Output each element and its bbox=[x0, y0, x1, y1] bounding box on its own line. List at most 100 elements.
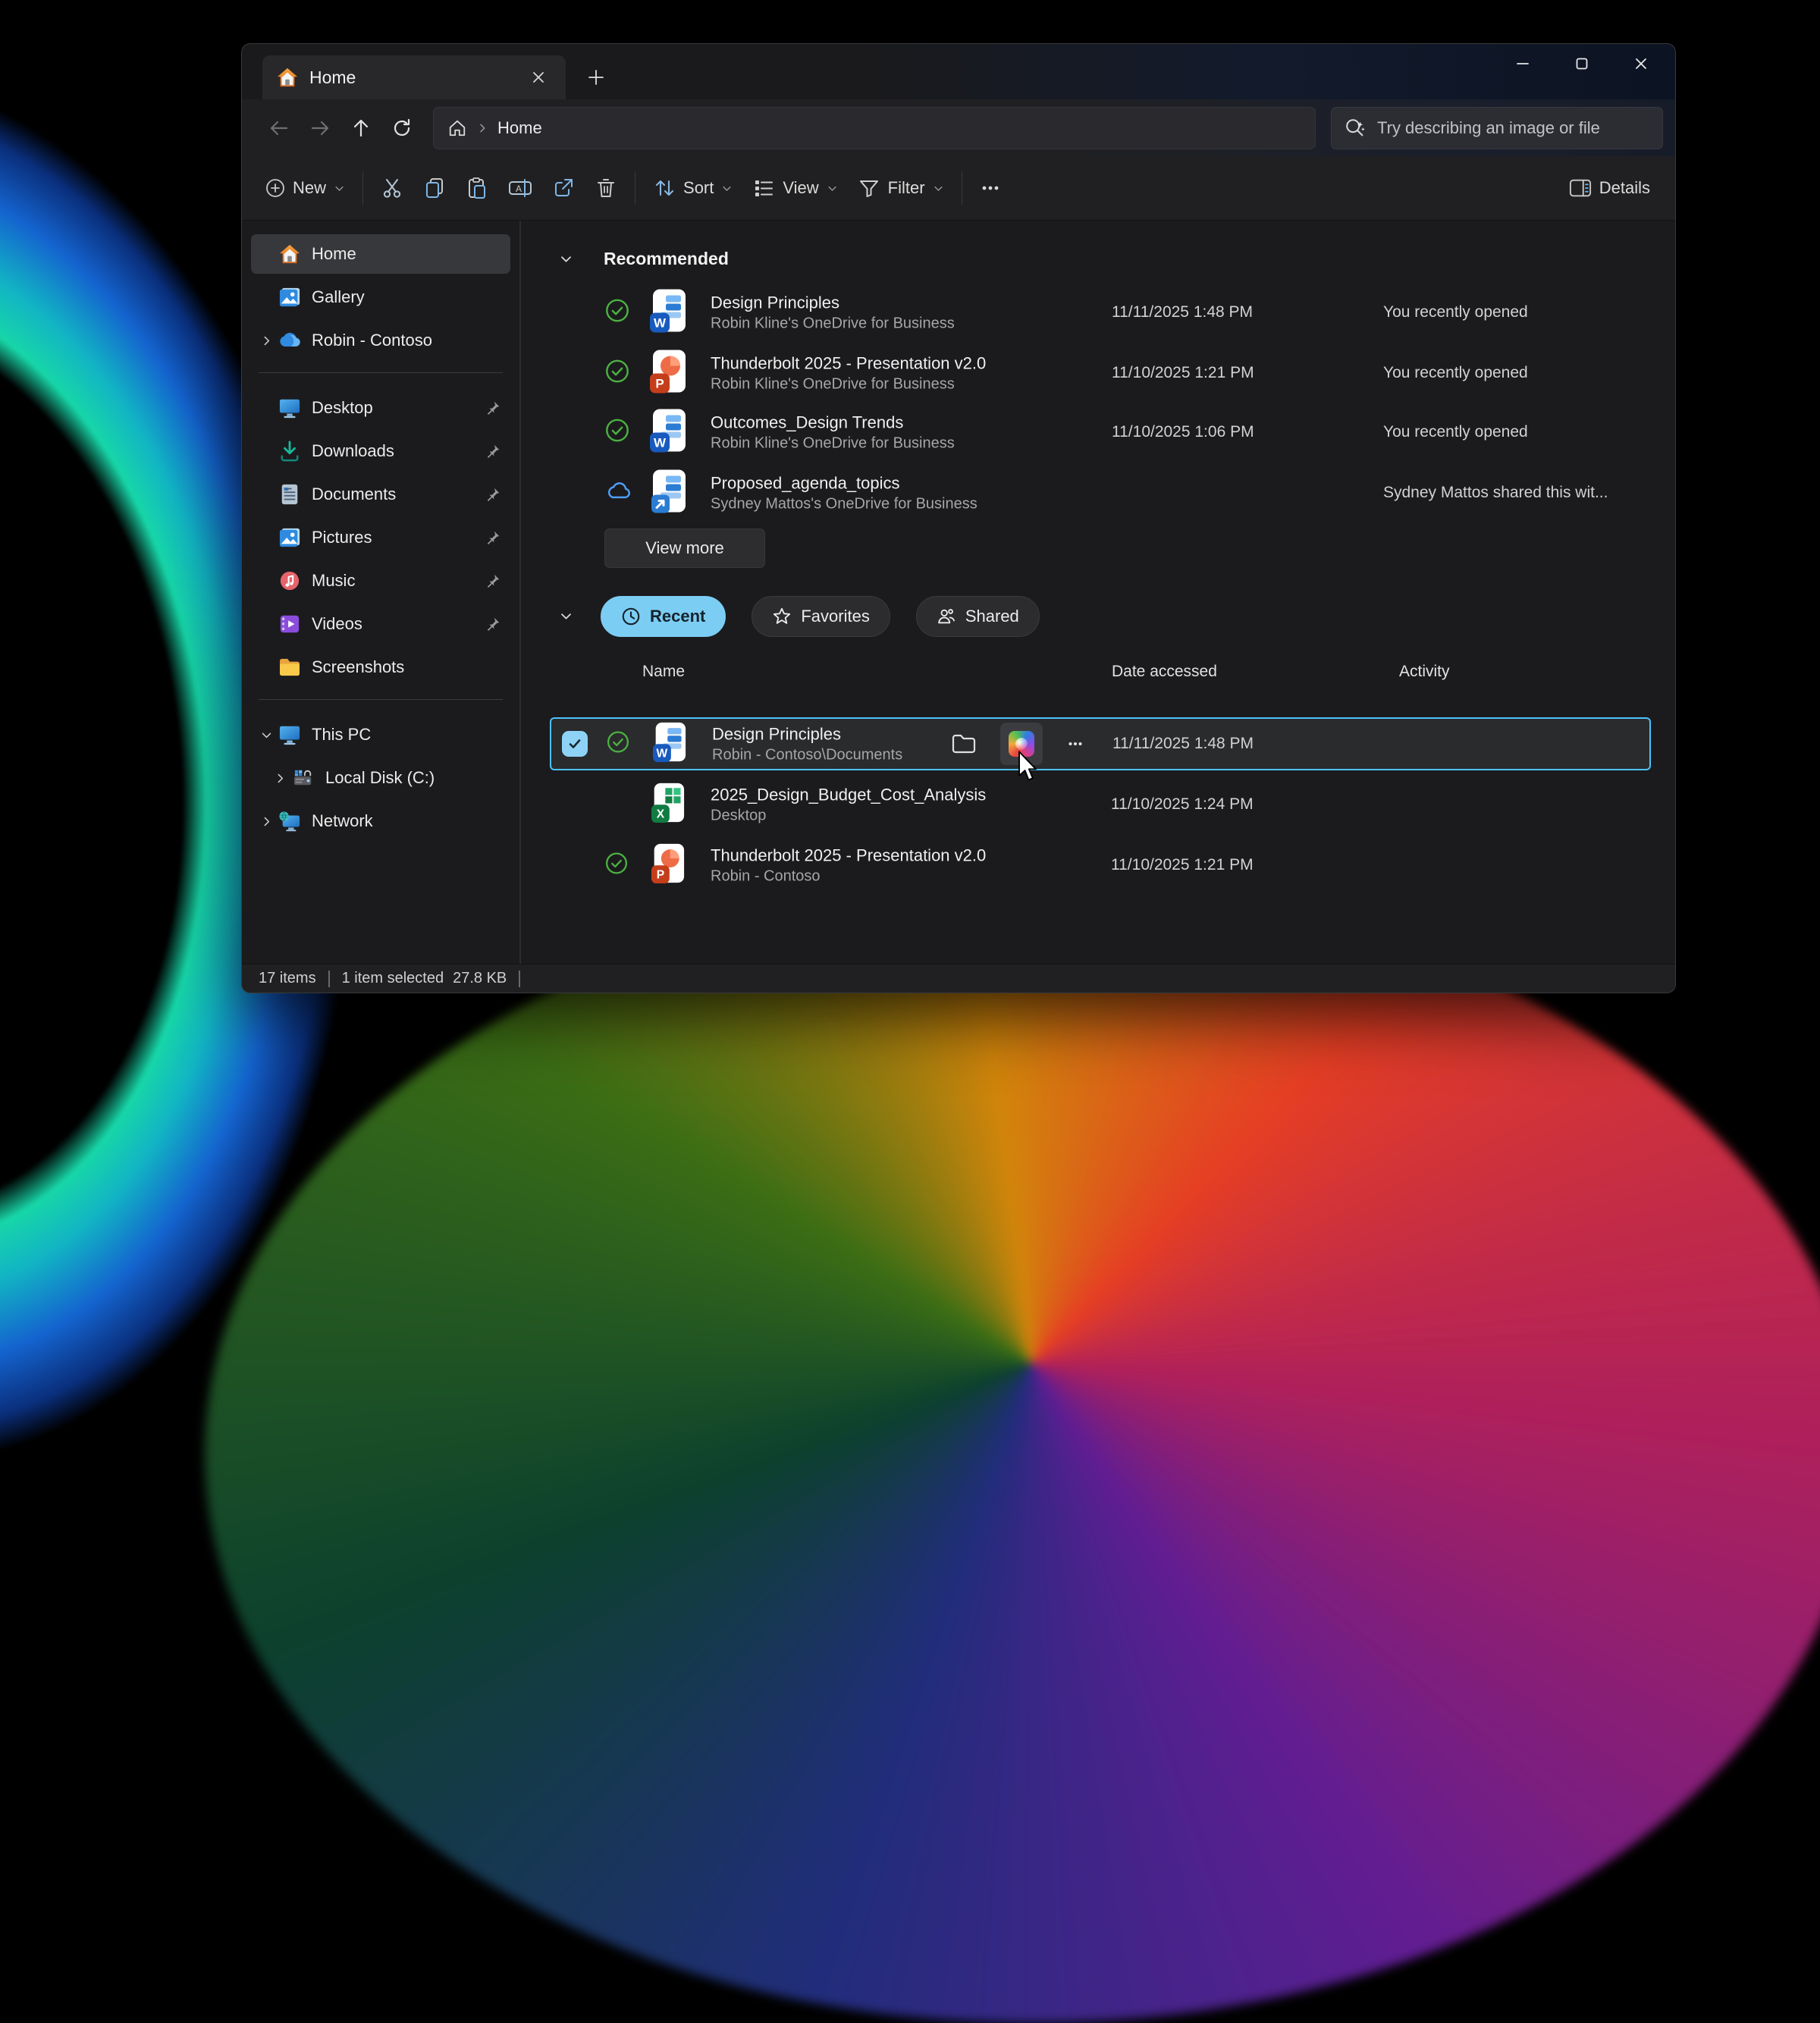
filter-button[interactable]: Filter bbox=[848, 166, 954, 210]
this-pc-icon bbox=[277, 724, 303, 745]
file-name: Proposed_agenda_topics bbox=[711, 472, 977, 494]
chevron-right-icon[interactable] bbox=[256, 334, 277, 347]
wallpaper-bloom bbox=[205, 886, 1820, 2023]
new-button[interactable]: New bbox=[256, 166, 355, 210]
column-header-activity[interactable]: Activity bbox=[1399, 663, 1450, 681]
chevron-down-icon bbox=[933, 183, 944, 194]
close-icon bbox=[531, 70, 546, 85]
pin-icon bbox=[483, 616, 503, 632]
row-more-options-button[interactable] bbox=[1054, 723, 1097, 765]
column-header-date-accessed[interactable]: Date accessed bbox=[1112, 663, 1217, 681]
back-button[interactable] bbox=[259, 108, 300, 149]
paste-button[interactable] bbox=[456, 166, 498, 210]
refresh-button[interactable] bbox=[381, 108, 422, 149]
filter-icon bbox=[858, 177, 880, 199]
sidebar-item-local-disk-c[interactable]: Local Disk (C:) bbox=[251, 758, 510, 798]
clock-icon bbox=[621, 607, 641, 626]
selection-checkbox[interactable] bbox=[562, 731, 588, 757]
search-box[interactable]: Try describing an image or file bbox=[1331, 107, 1663, 149]
tab-home[interactable]: Home bbox=[262, 55, 566, 99]
file-row[interactable]: 2025_Design_Budget_Cost_AnalysisDesktop … bbox=[550, 778, 1651, 831]
sidebar-item-documents[interactable]: Documents bbox=[251, 475, 510, 514]
downloads-icon bbox=[277, 441, 303, 462]
file-activity: You recently opened bbox=[1383, 423, 1528, 441]
pin-icon bbox=[483, 572, 503, 589]
pill-favorites[interactable]: Favorites bbox=[752, 596, 890, 637]
recommended-section-header[interactable]: Recommended bbox=[521, 240, 1675, 277]
new-tab-button[interactable] bbox=[576, 61, 616, 94]
up-button[interactable] bbox=[340, 108, 381, 149]
maximize-icon bbox=[1574, 55, 1590, 72]
paste-icon bbox=[466, 177, 488, 199]
file-activity: You recently opened bbox=[1383, 364, 1528, 382]
sync-ok-icon bbox=[606, 730, 630, 758]
delete-button[interactable] bbox=[585, 166, 627, 210]
chevron-right-icon[interactable] bbox=[256, 815, 277, 828]
mouse-cursor bbox=[1015, 751, 1040, 788]
sidebar-item-videos[interactable]: Videos bbox=[251, 604, 510, 644]
sidebar-item-onedrive[interactable]: Robin - Contoso bbox=[251, 321, 510, 360]
sidebar-item-network[interactable]: Network bbox=[251, 801, 510, 841]
forward-button[interactable] bbox=[300, 108, 340, 149]
powerpoint-file-icon bbox=[650, 350, 686, 397]
collapse-chevron-icon[interactable] bbox=[554, 252, 577, 266]
pill-recent[interactable]: Recent bbox=[601, 596, 726, 637]
view-icon bbox=[752, 177, 775, 199]
sort-button[interactable]: Sort bbox=[643, 166, 742, 210]
cut-icon bbox=[381, 177, 403, 199]
sidebar-item-this-pc[interactable]: This PC bbox=[251, 715, 510, 754]
recommended-item[interactable]: Design PrinciplesRobin Kline's OneDrive … bbox=[521, 283, 1675, 342]
chevron-right-icon[interactable] bbox=[269, 772, 290, 785]
selection-size: 27.8 KB bbox=[453, 970, 507, 987]
file-name: Thunderbolt 2025 - Presentation v2.0 bbox=[711, 845, 986, 867]
sidebar-item-pictures[interactable]: Pictures bbox=[251, 518, 510, 557]
file-name: Design Principles bbox=[711, 292, 955, 314]
recommended-item[interactable]: Thunderbolt 2025 - Presentation v2.0Robi… bbox=[521, 343, 1675, 403]
toolbar-divider bbox=[362, 171, 363, 205]
minimize-button[interactable] bbox=[1493, 44, 1552, 83]
home-outline-icon bbox=[447, 118, 467, 138]
file-location: Robin - Contoso bbox=[711, 867, 986, 886]
file-row[interactable]: Thunderbolt 2025 - Presentation v2.0Robi… bbox=[550, 839, 1651, 892]
sidebar-item-desktop[interactable]: Desktop bbox=[251, 388, 510, 428]
sidebar-item-home[interactable]: Home bbox=[251, 234, 510, 274]
copy-button[interactable] bbox=[413, 166, 456, 210]
view-button[interactable]: View bbox=[742, 166, 847, 210]
details-pane-icon bbox=[1569, 178, 1592, 198]
open-file-location-button[interactable] bbox=[943, 723, 985, 765]
people-icon bbox=[937, 607, 956, 626]
new-plus-icon bbox=[265, 178, 285, 198]
sidebar-item-gallery[interactable]: Gallery bbox=[251, 278, 510, 317]
view-more-button[interactable]: View more bbox=[604, 528, 765, 568]
local-disk-icon bbox=[290, 768, 316, 788]
rename-button[interactable]: A bbox=[498, 166, 542, 210]
chevron-down-icon[interactable] bbox=[256, 729, 277, 742]
recommended-item[interactable]: Outcomes_Design TrendsRobin Kline's OneD… bbox=[521, 403, 1675, 462]
file-location: Robin - Contoso\Documents bbox=[712, 745, 902, 765]
cut-button[interactable] bbox=[371, 166, 413, 210]
close-button[interactable] bbox=[1611, 44, 1671, 83]
sidebar-item-downloads[interactable]: Downloads bbox=[251, 431, 510, 471]
home-icon bbox=[277, 243, 303, 265]
more-options-button[interactable] bbox=[970, 166, 1011, 210]
column-header-name[interactable]: Name bbox=[642, 663, 685, 681]
file-source: Robin Kline's OneDrive for Business bbox=[711, 375, 986, 394]
sync-ok-icon bbox=[604, 418, 630, 447]
tab-close-button[interactable] bbox=[523, 62, 554, 93]
details-button[interactable]: Details bbox=[1559, 166, 1660, 210]
list-column-headers: Name Date accessed Activity bbox=[521, 654, 1675, 689]
address-bar[interactable]: Home bbox=[433, 107, 1316, 149]
check-icon bbox=[567, 736, 582, 751]
sidebar-item-screenshots[interactable]: Screenshots bbox=[251, 648, 510, 687]
pill-shared[interactable]: Shared bbox=[916, 596, 1040, 637]
maximize-button[interactable] bbox=[1552, 44, 1611, 83]
pin-icon bbox=[483, 529, 503, 546]
file-row-selected[interactable]: Design PrinciplesRobin - Contoso\Documen… bbox=[550, 717, 1651, 770]
pin-icon bbox=[483, 486, 503, 503]
collapse-chevron-icon[interactable] bbox=[554, 609, 577, 623]
recommended-item[interactable]: Proposed_agenda_topicsSydney Mattos's On… bbox=[521, 463, 1675, 522]
share-button[interactable] bbox=[542, 166, 585, 210]
sidebar-item-music[interactable]: Music bbox=[251, 561, 510, 601]
up-arrow-icon bbox=[350, 118, 372, 139]
plus-icon bbox=[587, 68, 605, 86]
